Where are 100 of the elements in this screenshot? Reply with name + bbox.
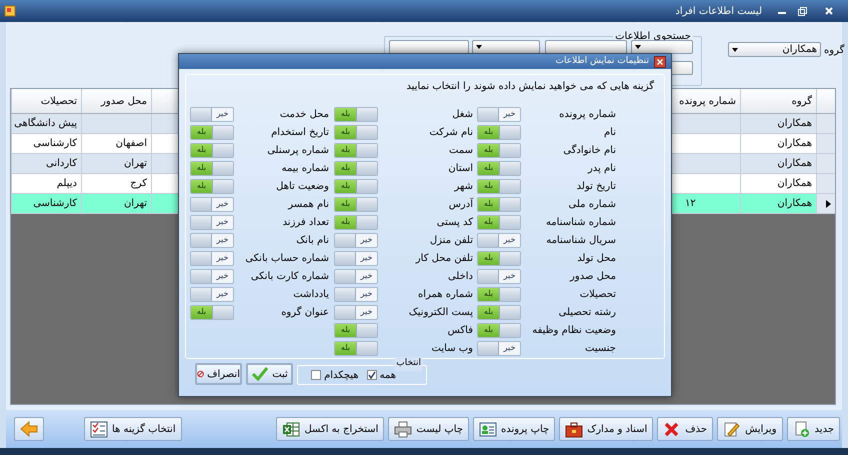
- table-cell: تهران: [81, 194, 151, 213]
- option-label: نام همسر: [286, 198, 329, 212]
- toggle-switch[interactable]: خیر: [190, 196, 234, 212]
- option-label: تاریخ تولد: [576, 180, 616, 194]
- toggle-switch[interactable]: خیر: [190, 106, 234, 122]
- option-label: نام شرکت: [428, 126, 473, 140]
- toggle-switch[interactable]: خیر: [334, 250, 378, 266]
- option-label: وب سایت: [430, 342, 473, 356]
- table-cell: همکاران: [740, 134, 816, 153]
- toolbar-button[interactable]: چاپ لیست: [388, 417, 470, 441]
- toolbar-button[interactable]: استخراج به اکسل: [276, 417, 384, 441]
- column-header: گروه: [740, 89, 816, 113]
- option-label: شماره پرسنلی: [266, 144, 329, 158]
- toggle-switch[interactable]: بله: [334, 106, 378, 122]
- option-label: وضعیت نظام وظیفه: [531, 324, 616, 338]
- option-label: شهر: [453, 180, 473, 194]
- toggle-switch[interactable]: خیر: [190, 214, 234, 230]
- instruction-text: گزینه هایی که می خواهید نمایش داده شوند را انتخاب نمایید: [405, 79, 655, 94]
- toolbar-button[interactable]: ویرایش: [717, 417, 783, 441]
- toggle-switch[interactable]: بله: [334, 340, 378, 356]
- dialog-title: تنظیمات نمایش اطلاعات: [554, 54, 650, 68]
- option-label: رشته تحصیلی: [558, 306, 616, 320]
- toggle-switch[interactable]: بله: [190, 142, 234, 158]
- option-label: محل خدمت: [278, 108, 329, 122]
- toggle-switch[interactable]: خیر: [334, 232, 378, 248]
- option-label: نام بانک: [295, 234, 329, 248]
- toolbar-button[interactable]: انتخاب گزینه ها: [84, 417, 182, 441]
- group-dropdown[interactable]: همکاران: [728, 42, 821, 57]
- toolbar-button[interactable]: حذف: [657, 417, 714, 441]
- column-header: محل صدور: [81, 89, 151, 113]
- toggle-switch[interactable]: خیر: [477, 340, 521, 356]
- toolbar-button[interactable]: اسناد و مدارک: [559, 417, 654, 441]
- option-label: محل صدور: [568, 270, 616, 284]
- toggle-switch[interactable]: بله: [334, 160, 378, 176]
- toggle-switch[interactable]: بله: [477, 304, 521, 320]
- option-label: تلفن منزل: [428, 234, 473, 248]
- toggle-switch[interactable]: بله: [477, 250, 521, 266]
- toggle-switch[interactable]: بله: [334, 214, 378, 230]
- toggle-switch[interactable]: بله: [334, 124, 378, 140]
- toggle-switch[interactable]: خیر: [334, 304, 378, 320]
- toggle-switch[interactable]: بله: [190, 160, 234, 176]
- table-cell: تهران: [81, 154, 151, 173]
- option-label: نام خانوادگی: [562, 143, 616, 158]
- toggle-switch[interactable]: خیر: [190, 286, 234, 302]
- option-label: تعداد فرزند: [282, 216, 329, 230]
- table-cell: دیپلم: [11, 174, 81, 193]
- toggle-switch[interactable]: بله: [190, 124, 234, 140]
- toggle-switch[interactable]: بله: [477, 142, 521, 158]
- toggle-switch[interactable]: بله: [334, 196, 378, 212]
- option-label: سریال شناسنامه: [545, 234, 616, 248]
- toggle-switch[interactable]: خیر: [477, 232, 521, 248]
- table-cell: پیش دانشگاهی: [11, 114, 81, 133]
- option-label: تلفن محل کار: [414, 252, 473, 266]
- toggle-switch[interactable]: بله: [190, 178, 234, 194]
- option-label: شغل: [451, 108, 473, 122]
- toggle-switch[interactable]: خیر: [334, 286, 378, 302]
- table-cell: کارشناسی: [11, 194, 81, 213]
- cancel-button[interactable]: انصراف: [195, 363, 242, 385]
- toggle-switch[interactable]: بله: [477, 124, 521, 140]
- option-label: کد پستی: [436, 216, 473, 230]
- toggle-switch[interactable]: خیر: [477, 268, 521, 284]
- window-title: لیست اطلاعات افراد: [675, 4, 762, 18]
- toggle-switch[interactable]: خیر: [190, 250, 234, 266]
- option-label: شماره همراه: [416, 288, 473, 302]
- group-box-title: انتخاب: [395, 357, 422, 370]
- table-cell: همکاران: [740, 194, 816, 213]
- toggle-switch[interactable]: بله: [477, 178, 521, 194]
- toggle-switch[interactable]: بله: [477, 196, 521, 212]
- toggle-switch[interactable]: بله: [334, 322, 378, 338]
- toggle-switch[interactable]: بله: [334, 178, 378, 194]
- dropdown-value: همکاران: [782, 43, 817, 57]
- toolbar-button[interactable]: جدید: [786, 417, 840, 441]
- option-label: پست الکترونیک: [408, 306, 473, 320]
- toggle-switch[interactable]: بله: [477, 160, 521, 176]
- table-cell: همکاران: [740, 154, 816, 173]
- option-label: وضعیت تاهل: [275, 180, 329, 194]
- option-label: فاکس: [446, 324, 473, 338]
- toggle-switch[interactable]: بله: [190, 304, 234, 320]
- table-cell: همکاران: [740, 174, 816, 193]
- option-label: عنوان گروه: [280, 305, 329, 320]
- option-label: شماره حساب بانکی: [244, 252, 329, 266]
- option-label: آدرس: [448, 196, 473, 212]
- column-header: تحصیلات: [11, 89, 81, 113]
- toggle-switch[interactable]: خیر: [190, 232, 234, 248]
- toggle-switch[interactable]: بله: [477, 214, 521, 230]
- toggle-switch[interactable]: خیر: [334, 268, 378, 284]
- toggle-switch[interactable]: بله: [477, 322, 521, 338]
- option-label: شماره کارت بانکی: [250, 270, 329, 284]
- table-cell: کرج: [81, 174, 151, 193]
- toggle-switch[interactable]: بله: [477, 286, 521, 302]
- option-label: استان: [447, 162, 473, 176]
- table-cell: اصفهان: [81, 134, 151, 153]
- toolbar-button[interactable]: چاپ پرونده: [473, 417, 556, 441]
- submit-button[interactable]: ثبت: [246, 363, 293, 385]
- option-label: محل تولد: [576, 252, 616, 266]
- option-label: شماره شناسنامه: [544, 216, 616, 230]
- checkbox-label: همه: [380, 368, 396, 382]
- toggle-switch[interactable]: خیر: [190, 268, 234, 284]
- toggle-switch[interactable]: بله: [334, 142, 378, 158]
- toggle-switch[interactable]: خیر: [477, 106, 521, 122]
